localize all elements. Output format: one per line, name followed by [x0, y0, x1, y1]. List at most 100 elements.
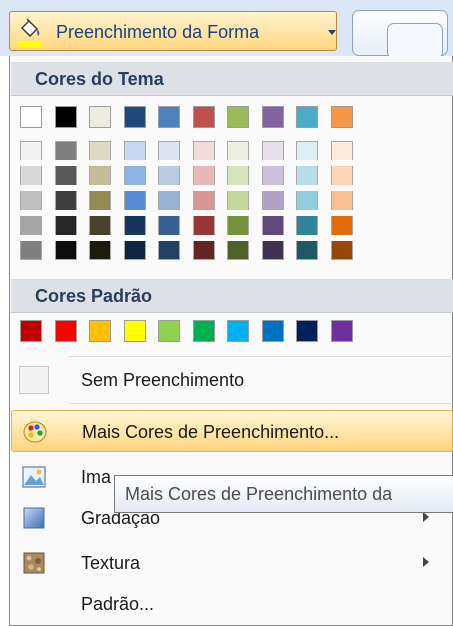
- theme-shade-swatch[interactable]: [261, 191, 284, 210]
- shape-fill-label: Preenchimento da Forma: [56, 22, 260, 42]
- theme-shade-swatch[interactable]: [261, 241, 284, 260]
- theme-color-swatch[interactable]: [192, 106, 215, 128]
- theme-color-swatch[interactable]: [296, 106, 318, 128]
- theme-shade-swatch[interactable]: [261, 141, 284, 160]
- menu-separator: [68, 356, 453, 357]
- theme-shade-swatch[interactable]: [330, 241, 353, 260]
- theme-shade-swatch[interactable]: [261, 216, 284, 235]
- standard-color-swatch[interactable]: [192, 320, 215, 342]
- standard-color-swatch[interactable]: [227, 320, 249, 342]
- theme-shade-swatch[interactable]: [330, 166, 353, 185]
- standard-colors-title: Cores Padrão: [35, 286, 153, 306]
- theme-shade-swatch[interactable]: [54, 166, 77, 185]
- theme-shade-swatch[interactable]: [123, 141, 146, 160]
- shape-style-preview[interactable]: [352, 10, 448, 59]
- shape-style-thumbnail: [387, 23, 443, 59]
- theme-shade-swatch[interactable]: [192, 166, 215, 185]
- theme-shade-swatch[interactable]: [227, 166, 249, 185]
- theme-shade-swatch[interactable]: [192, 241, 215, 260]
- standard-color-swatch[interactable]: [296, 320, 318, 342]
- theme-color-swatch[interactable]: [54, 106, 77, 128]
- picture-label: Ima: [81, 467, 112, 487]
- pattern-fill-item[interactable]: Padrão...: [11, 583, 453, 625]
- theme-shade-swatch[interactable]: [330, 216, 353, 235]
- theme-shade-swatch[interactable]: [261, 166, 284, 185]
- theme-shade-swatch[interactable]: [89, 141, 111, 160]
- standard-color-swatch[interactable]: [20, 320, 42, 342]
- theme-shade-swatch[interactable]: [54, 191, 77, 210]
- theme-color-swatch[interactable]: [261, 106, 284, 128]
- picture-icon: [22, 466, 46, 488]
- theme-shade-swatch[interactable]: [296, 216, 318, 235]
- theme-shade-swatch[interactable]: [330, 191, 353, 210]
- standard-color-swatch[interactable]: [261, 320, 284, 342]
- theme-color-swatch[interactable]: [89, 106, 111, 128]
- theme-shade-swatch[interactable]: [227, 191, 249, 210]
- theme-shade-swatch[interactable]: [89, 216, 111, 235]
- more-fill-colors-item[interactable]: Mais Cores de Preenchimento...: [11, 410, 453, 452]
- fill-dropdown-menu: Cores do Tema Cores Padrão Sem Preenchim…: [9, 56, 453, 626]
- chevron-down-icon[interactable]: [328, 30, 336, 35]
- chevron-right-icon: [423, 512, 429, 522]
- standard-color-swatch[interactable]: [158, 320, 180, 342]
- theme-shade-swatch[interactable]: [123, 216, 146, 235]
- more-fill-colors-label: Mais Cores de Preenchimento...: [82, 422, 340, 442]
- theme-shade-swatch[interactable]: [296, 191, 318, 210]
- tooltip-text: Mais Cores de Preenchimento da: [125, 484, 393, 504]
- theme-shade-swatch[interactable]: [123, 191, 146, 210]
- theme-shade-swatch[interactable]: [123, 241, 146, 260]
- theme-shade-swatch[interactable]: [54, 241, 77, 260]
- theme-shade-swatch[interactable]: [20, 191, 42, 210]
- theme-shade-swatch[interactable]: [227, 216, 249, 235]
- theme-shade-swatch[interactable]: [54, 141, 77, 160]
- theme-color-swatch[interactable]: [227, 106, 249, 128]
- theme-shade-swatch[interactable]: [158, 216, 180, 235]
- theme-color-swatch[interactable]: [20, 106, 42, 128]
- standard-color-swatch[interactable]: [123, 320, 146, 342]
- fill-color-bar: [18, 41, 42, 47]
- no-fill-label: Sem Preenchimento: [81, 370, 245, 390]
- chevron-right-icon: [423, 557, 429, 567]
- menu-separator: [68, 403, 453, 404]
- theme-color-swatch[interactable]: [330, 106, 353, 128]
- theme-shade-swatch[interactable]: [123, 166, 146, 185]
- texture-label: Textura: [81, 553, 141, 573]
- theme-shade-swatch[interactable]: [20, 141, 42, 160]
- paint-bucket-icon: [21, 18, 40, 37]
- theme-shade-swatch[interactable]: [54, 216, 77, 235]
- theme-shade-swatch[interactable]: [158, 241, 180, 260]
- theme-shade-swatch[interactable]: [158, 166, 180, 185]
- theme-shade-swatch[interactable]: [158, 191, 180, 210]
- theme-colors-header: Cores do Tema: [11, 62, 453, 96]
- theme-shade-swatch[interactable]: [192, 141, 215, 160]
- pattern-label: Padrão...: [81, 594, 155, 614]
- theme-shade-swatch[interactable]: [192, 191, 215, 210]
- theme-color-swatch[interactable]: [123, 106, 146, 128]
- theme-shade-swatch[interactable]: [20, 216, 42, 235]
- theme-shade-swatch[interactable]: [192, 216, 215, 235]
- theme-shade-swatch[interactable]: [227, 241, 249, 260]
- texture-icon: [23, 552, 45, 574]
- shape-fill-button[interactable]: Preenchimento da Forma: [9, 11, 337, 51]
- theme-shade-swatch[interactable]: [227, 141, 249, 160]
- theme-shade-swatch[interactable]: [20, 241, 42, 260]
- standard-color-swatch[interactable]: [54, 320, 77, 342]
- standard-color-swatch[interactable]: [89, 320, 111, 342]
- gradient-icon: [23, 507, 45, 529]
- standard-color-swatch[interactable]: [330, 320, 353, 342]
- theme-shade-swatch[interactable]: [20, 166, 42, 185]
- ribbon-strip: Preenchimento da Forma: [0, 0, 453, 59]
- theme-shade-swatch[interactable]: [296, 141, 318, 160]
- theme-shade-swatch[interactable]: [89, 241, 111, 260]
- theme-shade-swatch[interactable]: [158, 141, 180, 160]
- theme-color-swatch[interactable]: [158, 106, 180, 128]
- no-fill-item[interactable]: Sem Preenchimento: [11, 359, 453, 401]
- theme-colors-title: Cores do Tema: [35, 69, 164, 89]
- texture-fill-item[interactable]: Textura: [11, 542, 453, 584]
- theme-shade-swatch[interactable]: [296, 166, 318, 185]
- theme-shade-swatch[interactable]: [89, 166, 111, 185]
- theme-shade-swatch[interactable]: [330, 141, 353, 160]
- theme-shade-swatch[interactable]: [89, 191, 111, 210]
- theme-shade-swatch[interactable]: [296, 241, 318, 260]
- tooltip: Mais Cores de Preenchimento da: [114, 475, 453, 513]
